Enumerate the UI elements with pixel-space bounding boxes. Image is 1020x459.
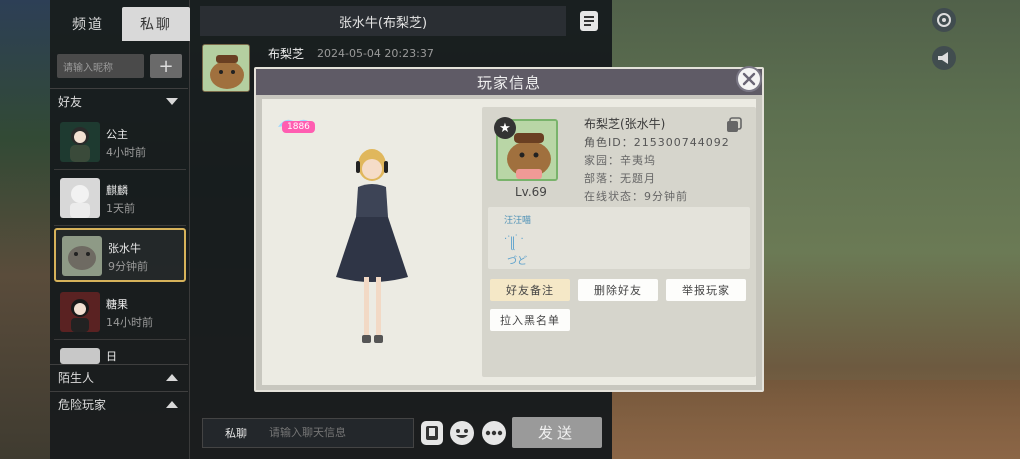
friend-last-seen: 9分钟前 (108, 260, 148, 273)
message-sender-avatar[interactable] (202, 44, 250, 92)
avatar (60, 348, 100, 364)
friend-name: 日 (106, 350, 117, 363)
friend-last-seen: 4小时前 (106, 146, 146, 159)
chat-title: 张水牛(布梨芝) (200, 6, 566, 36)
message-timestamp: 2024-05-04 20:23:37 (317, 47, 434, 60)
section-strangers-label: 陌生人 (58, 371, 95, 385)
character-level-badge: 1886 (282, 121, 315, 133)
friend-name: 麒麟 (106, 184, 128, 197)
player-role-id: 角色ID：215300744092 (584, 136, 730, 149)
player-online-status: 在线状态：9分钟前 (584, 190, 688, 203)
megaphone-icon[interactable] (932, 46, 956, 70)
avatar (62, 236, 102, 276)
game-background-left (0, 0, 50, 459)
section-friends-label: 好友 (58, 95, 83, 109)
friend-item[interactable]: 麒麟 1天前 (54, 172, 186, 226)
section-friends[interactable]: 好友 (50, 88, 188, 114)
delete-friend-button[interactable]: 删除好友 (578, 279, 658, 301)
signature-text: ·ॱ꧋ᐝ · づど (504, 234, 528, 267)
chat-message-input[interactable] (269, 427, 413, 439)
emoji-icon[interactable] (450, 421, 474, 445)
modal-body: 1886 ★ Lv.69 布梨芝(张水牛) 角色ID：215300744092 … (262, 99, 756, 385)
avatar (60, 178, 100, 218)
modal-title: 玩家信息 (256, 69, 762, 95)
chevron-down-icon (166, 98, 178, 105)
player-info-modal: 玩家信息 1886 ★ Lv.69 布梨芝(张水牛) 角色ID：21530074… (254, 67, 764, 392)
add-friend-button[interactable]: + (150, 54, 182, 78)
phone-icon[interactable] (421, 421, 443, 445)
send-button[interactable]: 发送 (512, 417, 602, 448)
nickname-search-input[interactable]: 请输入昵称 (57, 54, 144, 78)
tab-channel[interactable]: 频道 (54, 7, 122, 41)
close-icon[interactable] (736, 66, 762, 92)
character-model (322, 147, 422, 347)
signature-box: 汪汪喵 ·ॱ꧋ᐝ · づど (488, 207, 750, 269)
report-player-button[interactable]: 举报玩家 (666, 279, 746, 301)
section-dangerous-label: 危险玩家 (58, 398, 107, 412)
avatar (60, 122, 100, 162)
blacklist-button[interactable]: 拉入黑名单 (490, 309, 570, 331)
more-icon[interactable] (482, 421, 506, 445)
star-badge-icon: ★ (494, 117, 516, 139)
copy-icon[interactable] (726, 117, 742, 133)
chevron-up-icon (166, 374, 178, 381)
friend-item[interactable]: 公主 4小时前 (54, 116, 186, 170)
message-sender-name: 布梨芝 (268, 47, 305, 61)
player-tribe: 部落：无题月 (584, 172, 656, 185)
settings-icon[interactable] (932, 8, 956, 32)
contacts-column: 频道 私聊 请输入昵称 + 好友 公主 4小时前 麒麟 1天前 张水牛 9分钟前… (50, 0, 190, 459)
chat-mode-label: 私聊 (225, 427, 247, 440)
friend-item[interactable]: 日 (54, 342, 186, 364)
section-strangers[interactable]: 陌生人 (50, 364, 188, 390)
friend-name: 糖果 (106, 298, 128, 311)
player-level: Lv.69 (515, 185, 547, 199)
player-home: 家园：辛夷坞 (584, 154, 656, 167)
chevron-up-icon (166, 401, 178, 408)
tab-private-chat[interactable]: 私聊 (122, 7, 190, 41)
friend-last-seen: 1天前 (106, 202, 135, 215)
friend-last-seen: 14小时前 (106, 316, 153, 329)
signature-title: 汪汪喵 (504, 216, 532, 226)
friend-note-button[interactable]: 好友备注 (490, 279, 570, 301)
friend-item-selected[interactable]: 张水牛 9分钟前 (54, 228, 186, 282)
friend-name: 张水牛 (108, 242, 141, 255)
player-name: 布梨芝(张水牛) (584, 117, 666, 131)
section-dangerous-players[interactable]: 危险玩家 (50, 391, 188, 417)
friend-item[interactable]: 糖果 14小时前 (54, 286, 186, 340)
document-icon[interactable] (578, 10, 600, 32)
avatar (60, 292, 100, 332)
friend-name: 公主 (106, 128, 128, 141)
chat-input-area: 私聊 (202, 418, 414, 448)
player-info-card: ★ Lv.69 布梨芝(张水牛) 角色ID：215300744092 家园：辛夷… (482, 107, 756, 377)
